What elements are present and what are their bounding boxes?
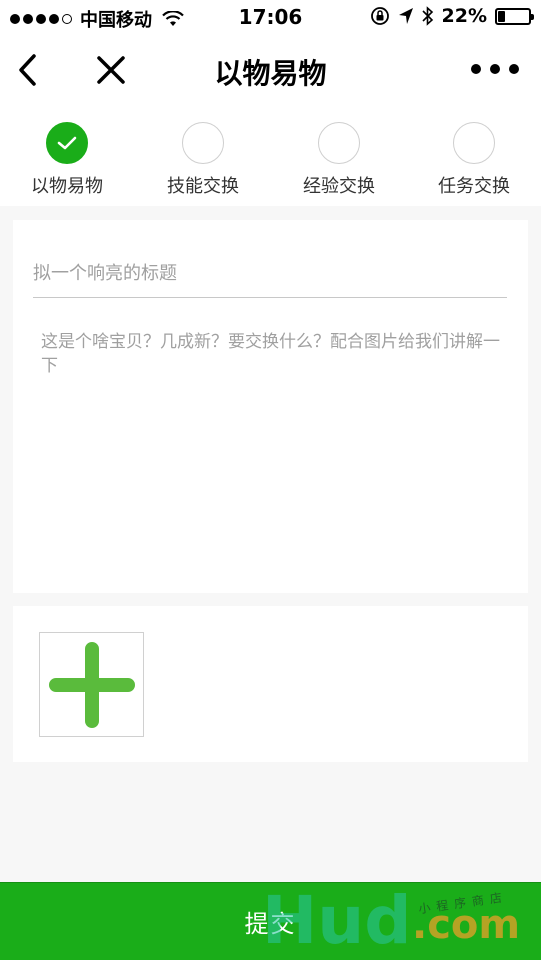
status-bar: 中国移动 17:06 22%: [0, 0, 541, 36]
add-image-button[interactable]: [39, 632, 144, 737]
battery-icon: [495, 7, 534, 25]
tab-label: 技能交换: [167, 176, 239, 197]
exchange-type-tabs: 以物易物 技能交换 经验交换 任务交换: [0, 106, 541, 206]
tab-radio[interactable]: [46, 122, 88, 164]
description-textarea[interactable]: [41, 330, 507, 570]
nav-bar: 以物易物: [0, 36, 541, 106]
tab-radio[interactable]: [453, 122, 495, 164]
plus-icon: [49, 642, 135, 728]
page-title: 以物易物: [214, 57, 327, 90]
tab-task-exchange[interactable]: 任务交换: [419, 122, 529, 198]
tab-skill-exchange[interactable]: 技能交换: [148, 122, 258, 198]
tab-radio[interactable]: [182, 122, 224, 164]
title-input[interactable]: [33, 250, 507, 298]
bluetooth-icon: [421, 6, 433, 26]
tab-radio[interactable]: [318, 122, 360, 164]
tab-label: 任务交换: [438, 176, 510, 197]
status-right: 22%: [370, 5, 534, 27]
image-upload-card: [13, 606, 528, 762]
tab-label: 经验交换: [303, 176, 375, 197]
more-icon[interactable]: [471, 64, 519, 74]
orientation-lock-icon: [370, 7, 389, 25]
submit-button[interactable]: 提交: [0, 882, 541, 960]
battery-percent: 22%: [441, 5, 487, 27]
location-arrow-icon: [398, 8, 413, 24]
tab-goods-exchange[interactable]: 以物易物: [12, 122, 122, 198]
tab-experience-exchange[interactable]: 经验交换: [284, 122, 394, 198]
tab-label: 以物易物: [31, 176, 103, 197]
battery-fill: [498, 10, 505, 22]
check-icon: [57, 136, 77, 150]
form-card: [13, 220, 528, 593]
